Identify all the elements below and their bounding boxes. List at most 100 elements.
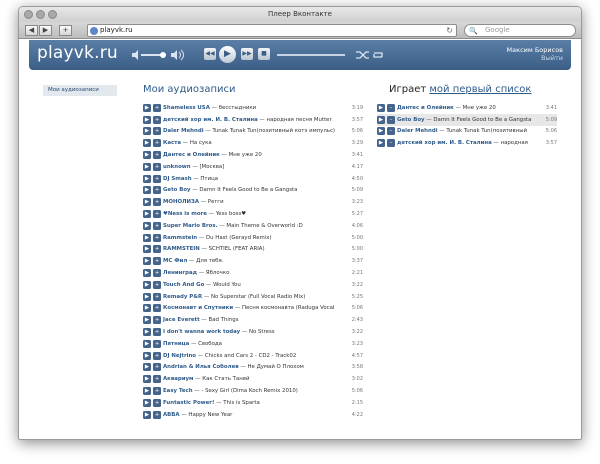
play-icon[interactable]: ▶: [143, 151, 151, 160]
add-icon[interactable]: +: [153, 198, 161, 207]
playlist-link[interactable]: мой первый список: [429, 84, 531, 95]
track-artist[interactable]: Дантес и Олейник: [163, 152, 220, 158]
track-artist[interactable]: ABBA: [163, 412, 180, 418]
track-row[interactable]: ▶ + Дантес и Олейник — Мне уже 20 3:41: [143, 149, 363, 161]
track-artist[interactable]: Дантес и Олейник: [397, 105, 454, 111]
add-icon[interactable]: +: [153, 398, 161, 407]
track-artist[interactable]: Daler Mehndi: [397, 128, 438, 134]
play-icon[interactable]: ▶: [143, 186, 151, 195]
next-button[interactable]: ▶▶: [241, 48, 253, 60]
track-row[interactable]: ▶ + Funtastic Power! — This is Sparta 2:15: [143, 397, 363, 409]
add-icon[interactable]: +: [153, 328, 161, 337]
track-row[interactable]: ▶ + unknown — [Москва] 4:17: [143, 161, 363, 173]
remove-icon[interactable]: –: [387, 103, 395, 112]
add-icon[interactable]: +: [153, 410, 161, 419]
track-row[interactable]: ▶ + ♥Ness is more — Yess boss♥ 5:27: [143, 208, 363, 220]
track-artist[interactable]: Funtastic Power!: [163, 400, 214, 406]
play-icon[interactable]: ▶: [143, 280, 151, 289]
play-icon[interactable]: ▶: [377, 103, 385, 112]
track-row[interactable]: ▶ + МОНОЛИЗА — Регги 3:23: [143, 196, 363, 208]
add-bookmark-button[interactable]: +: [59, 25, 72, 36]
track-row[interactable]: ▶ + Super Mario Bros. — Main Theme & Overw…: [143, 220, 363, 232]
play-icon[interactable]: ▶: [143, 198, 151, 207]
track-row[interactable]: ▶ + Пятница — Свобода 3:23: [143, 338, 363, 350]
play-icon[interactable]: ▶: [143, 139, 151, 148]
track-artist[interactable]: Easy Tech: [163, 388, 193, 394]
minimize-window-button[interactable]: [36, 10, 45, 19]
track-row[interactable]: ▶ + RAMMSTEIN — SCHTIEL (FEAT ARIA) 5:00: [143, 244, 363, 256]
track-artist[interactable]: Super Mario Bros.: [163, 223, 218, 229]
track-artist[interactable]: DJ Smash: [163, 176, 192, 182]
track-artist[interactable]: RAMMSTEIN: [163, 246, 200, 252]
track-artist[interactable]: Shameless USA: [163, 105, 210, 111]
remove-icon[interactable]: –: [387, 139, 395, 148]
track-artist[interactable]: детский хор им. И. В. Сталина: [397, 140, 492, 146]
add-icon[interactable]: +: [153, 363, 161, 372]
address-bar[interactable]: playvk.ru ↻: [87, 24, 457, 37]
play-icon[interactable]: ▶: [143, 127, 151, 136]
track-row[interactable]: ▶ + I don't wanna work today — No Stress 3:…: [143, 326, 363, 338]
play-button[interactable]: ▶: [219, 46, 236, 63]
track-artist[interactable]: Каста: [163, 140, 181, 146]
add-icon[interactable]: +: [153, 174, 161, 183]
volume-control[interactable]: [131, 49, 191, 61]
play-icon[interactable]: ▶: [143, 162, 151, 171]
play-icon[interactable]: ▶: [143, 115, 151, 124]
add-icon[interactable]: +: [153, 351, 161, 360]
play-icon[interactable]: ▶: [377, 115, 385, 124]
track-artist[interactable]: Аквариум: [163, 376, 193, 382]
play-icon[interactable]: ▶: [143, 221, 151, 230]
track-row[interactable]: ▶ + Andrian & Илья Соболев — Не Думай О Пл…: [143, 362, 363, 374]
add-icon[interactable]: +: [153, 221, 161, 230]
track-artist[interactable]: DJ Nejtrino: [163, 353, 196, 359]
track-row[interactable]: ▶ + Ленинград — Яблочко 2:21: [143, 267, 363, 279]
play-icon[interactable]: ▶: [143, 328, 151, 337]
track-artist[interactable]: Remady P&R: [163, 294, 202, 300]
back-button[interactable]: ◀: [25, 25, 38, 36]
track-artist[interactable]: Andrian & Илья Соболев: [163, 364, 239, 370]
play-icon[interactable]: ▶: [143, 410, 151, 419]
close-window-button[interactable]: [24, 10, 33, 19]
track-row[interactable]: ▶ + Аквариум — Как Стать Таней 3:02: [143, 373, 363, 385]
user-name[interactable]: Максим Борисов: [507, 46, 563, 54]
play-icon[interactable]: ▶: [143, 387, 151, 396]
add-icon[interactable]: +: [153, 339, 161, 348]
play-icon[interactable]: ▶: [143, 363, 151, 372]
zoom-window-button[interactable]: [48, 10, 57, 19]
play-icon[interactable]: ▶: [143, 269, 151, 278]
add-icon[interactable]: +: [153, 304, 161, 313]
track-row[interactable]: ▶ + Космонавт и Спутники — Песня космонавт…: [143, 303, 363, 315]
track-row[interactable]: ▶ + МС Фил — Для тебя. 3:37: [143, 255, 363, 267]
track-row[interactable]: ▶ + Shameless USA — бесстыдники 3:19: [143, 102, 363, 114]
track-artist[interactable]: Geto Boy: [163, 187, 191, 193]
track-row[interactable]: ▶ + Remady P&R — No Superstar (Full Vocal …: [143, 291, 363, 303]
track-row[interactable]: ▶ + ABBA — Happy New Year 4:22: [143, 409, 363, 421]
track-artist[interactable]: Космонавт и Спутники: [163, 305, 233, 311]
add-icon[interactable]: +: [153, 115, 161, 124]
add-icon[interactable]: +: [153, 210, 161, 219]
play-icon[interactable]: ▶: [143, 174, 151, 183]
sidebar-item-my-audio[interactable]: Мои аудиозаписи: [43, 85, 117, 96]
play-icon[interactable]: ▶: [143, 351, 151, 360]
remove-icon[interactable]: –: [387, 127, 395, 136]
add-icon[interactable]: +: [153, 127, 161, 136]
track-row[interactable]: ▶ + Rammstein — Du Hast (Gerayd Remix) 5:00: [143, 232, 363, 244]
play-icon[interactable]: ▶: [143, 245, 151, 254]
track-artist[interactable]: I don't wanna work today: [163, 329, 240, 335]
track-row[interactable]: ▶ + Touch And Go — Would You 3:22: [143, 279, 363, 291]
track-artist[interactable]: Geto Boy: [397, 117, 425, 123]
reload-icon[interactable]: ↻: [446, 25, 453, 36]
track-row[interactable]: ▶ + детский хор им. И. В. Сталина — народн…: [143, 114, 363, 126]
add-icon[interactable]: +: [153, 233, 161, 242]
track-artist[interactable]: Rammstein: [163, 235, 197, 241]
add-icon[interactable]: +: [153, 162, 161, 171]
track-artist[interactable]: Daler Mehndi: [163, 128, 204, 134]
add-icon[interactable]: +: [153, 316, 161, 325]
track-artist[interactable]: ♥Ness is more: [163, 211, 207, 217]
add-icon[interactable]: +: [153, 375, 161, 384]
track-artist[interactable]: МС Фил: [163, 258, 187, 264]
track-artist[interactable]: unknown: [163, 164, 191, 170]
play-icon[interactable]: ▶: [143, 292, 151, 301]
play-icon[interactable]: ▶: [143, 398, 151, 407]
track-row[interactable]: ▶ + Jace Everett — Bad Things 2:43: [143, 314, 363, 326]
